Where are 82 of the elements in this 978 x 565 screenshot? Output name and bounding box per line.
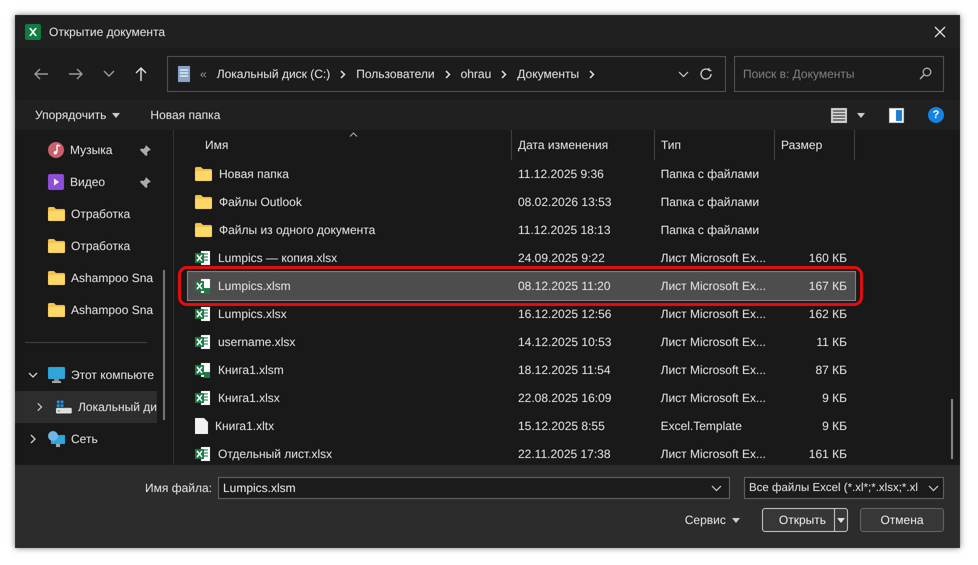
size-cell-text: 87 КБ [814, 363, 848, 377]
overflow-chevrons[interactable]: « [200, 67, 207, 81]
date-cell-text: 16.12.2025 12:56 [517, 307, 612, 321]
file-row[interactable]: Отдельный лист.xlsx 22.11.2025 17:38 Лист Microsoft Ex... 161 КБ [188, 440, 855, 468]
date-cell-text: 15.12.2025 8:55 [517, 419, 606, 433]
file-name: Отдельный лист.xlsx [218, 447, 332, 461]
type-cell-text: Лист Microsoft Ex... [660, 363, 767, 377]
type-cell-text: Папка с файлами [660, 195, 760, 209]
file-name: Файлы из одного документа [219, 223, 376, 237]
column-header[interactable]: Дата изменения [512, 130, 655, 160]
sidebar-item[interactable]: Ashampoo Sna [15, 262, 157, 294]
file-row[interactable]: Книга1.xltx 15.12.2025 8:55 Excel.Template 9 КБ [188, 412, 855, 440]
sidebar-item[interactable]: Музыка [15, 134, 157, 166]
help-button[interactable]: ? [928, 107, 944, 123]
sidebar-item[interactable]: Видео [15, 166, 157, 198]
file-name: Новая папка [219, 167, 289, 181]
date-cell-text: 08.12.2025 11:20 [517, 279, 612, 293]
date-cell-text: 11.12.2025 18:13 [517, 223, 612, 237]
type-cell-text: Лист Microsoft Ex... [660, 279, 767, 293]
date-cell-text: 08.02.2026 13:53 [517, 195, 612, 209]
file-name: Книга1.xlsm [218, 363, 284, 377]
size-cell-text: 11 КБ [815, 335, 848, 349]
file-name: Lumpics — копия.xlsx [218, 251, 338, 265]
date-cell-text: 18.12.2025 11:54 [517, 363, 612, 377]
file-row[interactable]: Lumpics.xlsm 08.12.2025 11:20 Лист Microsoft Ex... 167 КБ [188, 272, 855, 300]
sidebar-item[interactable]: Отработка [15, 230, 157, 262]
breadcrumb-item[interactable]: Документы [517, 67, 580, 81]
address-bar[interactable]: « Локальный диск (C:) Пользователи ohrau Документы [167, 56, 726, 92]
date-cell-text: 24.09.2025 9:22 [517, 251, 606, 265]
file-row[interactable]: Lumpics — копия.xlsx 24.09.2025 9:22 Лист Microsoft Ex... 160 КБ [188, 244, 855, 272]
file-name: Книга1.xltx [215, 419, 274, 433]
file-name: Книга1.xlsx [218, 391, 280, 405]
new-folder-button[interactable]: Новая папка [140, 104, 230, 126]
sidebar-item[interactable]: Локальный ди [15, 391, 157, 423]
file-row[interactable]: Новая папка 11.12.2025 9:36 Папка с файлами [188, 160, 855, 188]
size-cell-text: 162 КБ [808, 307, 848, 321]
date-cell-text: 22.08.2025 16:09 [517, 391, 612, 405]
search-field[interactable]: Поиск в: Документы [734, 56, 944, 92]
file-name: Lumpics.xlsx [218, 307, 287, 321]
sidebar-item[interactable]: Ashampoo Sna [15, 294, 157, 326]
file-row[interactable]: Книга1.xlsm 18.12.2025 11:54 Лист Microsoft Ex... 87 КБ [188, 356, 855, 384]
file-type-dropdown[interactable]: Все файлы Excel (*.xl*;*.xlsx;*.xl [744, 477, 944, 499]
type-cell-text: Папка с файлами [660, 167, 760, 181]
size-cell-text: 9 КБ [821, 391, 848, 405]
file-name: Lumpics.xlsm [218, 279, 291, 293]
type-cell-text: Лист Microsoft Ex... [660, 307, 767, 321]
date-cell-text: 11.12.2025 9:36 [517, 167, 605, 181]
file-row[interactable]: username.xlsx 14.12.2025 10:53 Лист Microsoft Ex... 11 КБ [188, 328, 855, 356]
file-row[interactable]: Lumpics.xlsx 16.12.2025 12:56 Лист Microsoft Ex... 162 КБ [188, 300, 855, 328]
breadcrumb-item[interactable]: Локальный диск (C:) [216, 67, 330, 81]
breadcrumb-item[interactable]: ohrau [460, 67, 492, 81]
date-cell-text: 22.11.2025 17:38 [517, 447, 612, 461]
open-button[interactable]: Открыть [762, 508, 848, 532]
tools-button[interactable]: Сервис [674, 509, 750, 531]
type-cell-text: Лист Microsoft Ex... [660, 391, 767, 405]
file-name: username.xlsx [218, 335, 296, 349]
sidebar-item[interactable]: Сеть [15, 423, 157, 455]
type-cell-text: Лист Microsoft Ex... [660, 447, 767, 461]
sidebar-item[interactable]: Этот компьюте [15, 359, 157, 391]
type-cell-text: Папка с файлами [660, 223, 760, 237]
sidebar-item[interactable]: Отработка [15, 198, 157, 230]
column-header[interactable]: Размер [775, 130, 855, 160]
file-name-field[interactable]: Lumpics.xlsm [218, 477, 730, 499]
type-cell-text: Лист Microsoft Ex... [660, 251, 767, 265]
date-cell-text: 14.12.2025 10:53 [517, 335, 612, 349]
size-cell-text: 9 КБ [821, 419, 848, 433]
type-cell-text: Лист Microsoft Ex... [660, 335, 767, 349]
file-name: Файлы Outlook [219, 195, 302, 209]
breadcrumb-item[interactable]: Пользователи [356, 67, 435, 81]
size-cell-text: 160 КБ [808, 251, 848, 265]
file-name-label: Имя файла: [145, 481, 212, 495]
column-header[interactable]: Имя [186, 130, 512, 160]
file-row[interactable]: Файлы из одного документа 11.12.2025 18:13 Папка с файлами [188, 216, 855, 244]
file-row[interactable]: Книга1.xlsx 22.08.2025 16:09 Лист Microsoft Ex... 9 КБ [188, 384, 855, 412]
type-cell-text: Excel.Template [660, 419, 743, 433]
file-row[interactable]: Файлы Outlook 08.02.2026 13:53 Папка с файлами [188, 188, 855, 216]
column-header[interactable]: Тип [655, 130, 775, 160]
window-title: Открытие документа [49, 24, 166, 38]
size-cell-text: 167 КБ [808, 279, 848, 293]
size-cell-text: 161 КБ [808, 447, 848, 461]
organize-button[interactable]: Упорядочить [25, 104, 130, 126]
cancel-button[interactable]: Отмена [860, 508, 944, 532]
